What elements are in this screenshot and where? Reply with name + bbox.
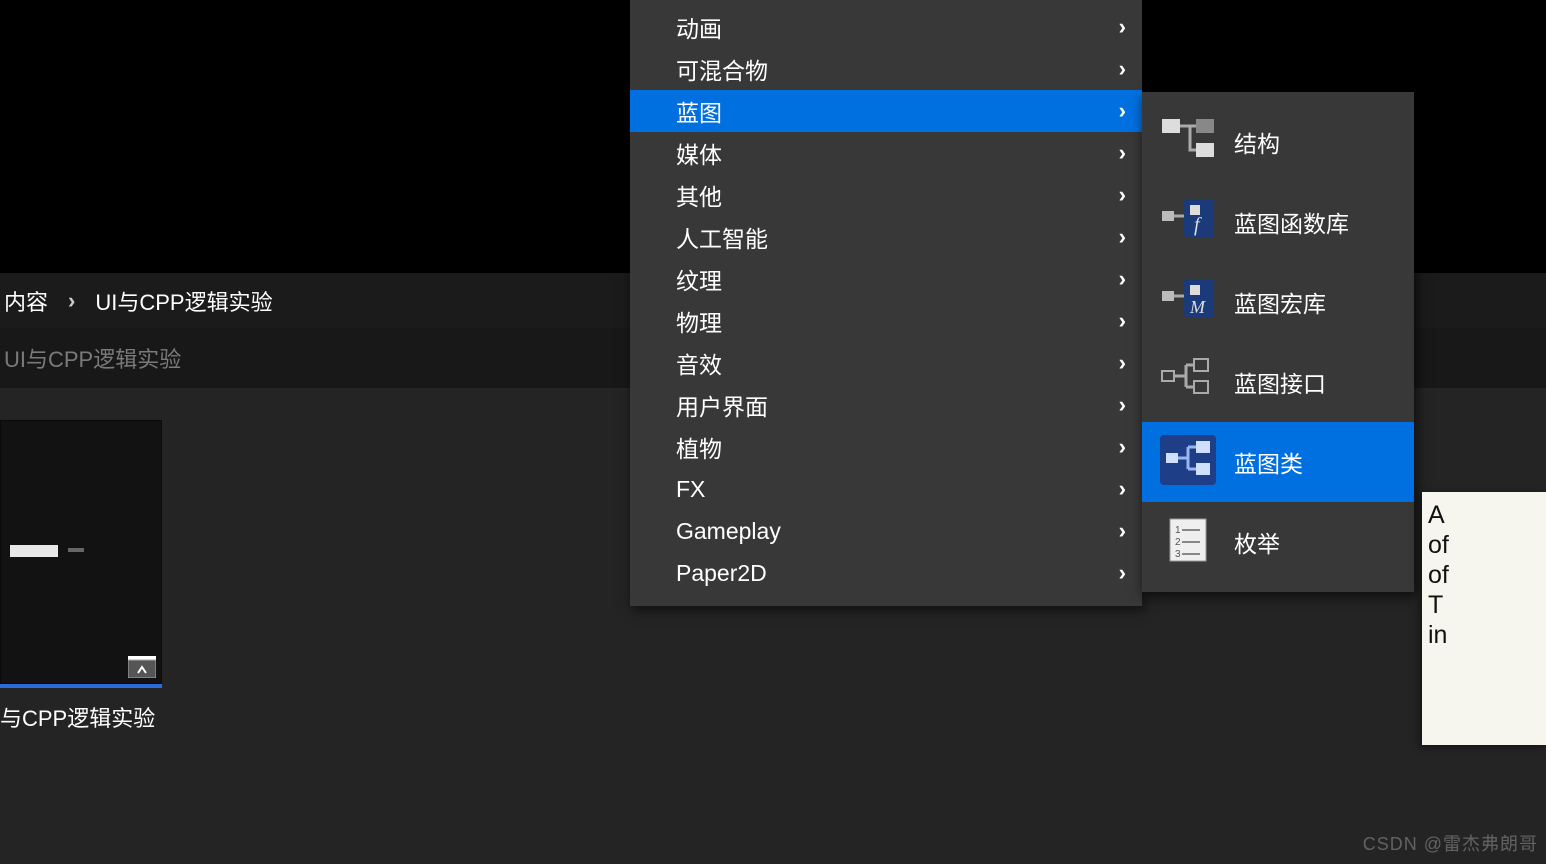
asset-tile[interactable]: 与CPP逻辑实验 — [0, 420, 162, 733]
sub-item-label: 枚举 — [1234, 525, 1280, 559]
menu-item-label: 物理 — [676, 304, 722, 338]
sub-item-blueprint-class[interactable]: 蓝图类 — [1142, 422, 1414, 502]
macro-lib-icon: M — [1160, 275, 1216, 325]
tooltip-line: T — [1428, 590, 1540, 620]
menu-item-label: Gameplay — [676, 518, 781, 545]
sub-item-enum[interactable]: 1 2 3 枚举 — [1142, 502, 1414, 582]
menu-item-label: 其他 — [676, 178, 722, 212]
struct-icon — [1160, 115, 1216, 165]
menu-item-label: 可混合物 — [676, 52, 768, 86]
asset-thumb-shape — [10, 545, 58, 557]
menu-item-label: FX — [676, 476, 705, 503]
menu-item-blendable[interactable]: 可混合物 › — [630, 48, 1142, 90]
sub-item-label: 蓝图宏库 — [1234, 285, 1326, 319]
menu-item-blueprint[interactable]: 蓝图 › — [630, 90, 1142, 132]
filter-text: UI与CPP逻辑实验 — [4, 342, 181, 374]
widget-blueprint-icon — [128, 656, 156, 678]
menu-item-ui[interactable]: 用户界面 › — [630, 384, 1142, 426]
sub-item-struct[interactable]: 结构 — [1142, 102, 1414, 182]
chevron-right-icon: › — [68, 288, 75, 314]
blueprint-class-icon — [1160, 435, 1216, 485]
menu-item-media[interactable]: 媒体 › — [630, 132, 1142, 174]
svg-text:1: 1 — [1175, 525, 1181, 536]
enum-icon: 1 2 3 — [1160, 515, 1216, 565]
sub-item-interface[interactable]: 蓝图接口 — [1142, 342, 1414, 422]
menu-item-label: 蓝图 — [676, 94, 722, 128]
menu-item-label: Paper2D — [676, 560, 767, 587]
menu-item-physics[interactable]: 物理 › — [630, 300, 1142, 342]
menu-item-gameplay[interactable]: Gameplay › — [630, 510, 1142, 552]
menu-item-label: 人工智能 — [676, 220, 768, 254]
interface-icon — [1160, 355, 1216, 405]
menu-item-animation[interactable]: 动画 › — [630, 6, 1142, 48]
menu-item-foliage[interactable]: 植物 › — [630, 426, 1142, 468]
chevron-right-icon: › — [1119, 98, 1126, 124]
chevron-right-icon: › — [1119, 182, 1126, 208]
menu-item-label: 纹理 — [676, 262, 722, 296]
menu-item-label: 媒体 — [676, 136, 722, 170]
sub-item-func-lib[interactable]: f 蓝图函数库 — [1142, 182, 1414, 262]
context-menu: 动画 › 可混合物 › 蓝图 › 媒体 › 其他 › 人工智能 › 纹理 › 物… — [630, 0, 1142, 606]
menu-item-label: 动画 — [676, 10, 722, 44]
submenu-blueprint: 结构 f 蓝图函数库 — [1142, 92, 1414, 592]
svg-text:3: 3 — [1175, 549, 1181, 560]
menu-item-label: 音效 — [676, 346, 722, 380]
menu-item-label: 植物 — [676, 430, 722, 464]
chevron-right-icon: › — [1119, 14, 1126, 40]
sub-item-macro-lib[interactable]: M 蓝图宏库 — [1142, 262, 1414, 342]
chevron-right-icon: › — [1119, 56, 1126, 82]
chevron-right-icon: › — [1119, 476, 1126, 502]
breadcrumb-seg-0[interactable]: 内容 — [4, 285, 48, 317]
menu-item-misc[interactable]: 其他 › — [630, 174, 1142, 216]
breadcrumb-seg-1[interactable]: UI与CPP逻辑实验 — [95, 285, 272, 317]
chevron-right-icon: › — [1119, 224, 1126, 250]
chevron-right-icon: › — [1119, 560, 1126, 586]
sub-item-label: 蓝图函数库 — [1234, 205, 1349, 239]
chevron-right-icon: › — [1119, 308, 1126, 334]
tooltip-line: A — [1428, 500, 1540, 530]
sub-item-label: 蓝图类 — [1234, 445, 1303, 479]
svg-text:M: M — [1189, 297, 1206, 317]
asset-type-color-bar — [0, 684, 162, 688]
asset-thumb-dash — [68, 548, 84, 552]
chevron-right-icon: › — [1119, 518, 1126, 544]
chevron-right-icon: › — [1119, 140, 1126, 166]
sub-item-label: 结构 — [1234, 125, 1280, 159]
chevron-right-icon: › — [1119, 392, 1126, 418]
menu-item-paper2d[interactable]: Paper2D › — [630, 552, 1142, 594]
tooltip-line: of — [1428, 530, 1540, 560]
menu-item-ai[interactable]: 人工智能 › — [630, 216, 1142, 258]
func-lib-icon: f — [1160, 195, 1216, 245]
menu-item-texture[interactable]: 纹理 › — [630, 258, 1142, 300]
chevron-right-icon: › — [1119, 350, 1126, 376]
tooltip-line: in — [1428, 620, 1540, 650]
watermark: CSDN @雷杰弗朗哥 — [1363, 830, 1538, 856]
chevron-right-icon: › — [1119, 434, 1126, 460]
menu-item-sounds[interactable]: 音效 › — [630, 342, 1142, 384]
chevron-right-icon: › — [1119, 266, 1126, 292]
asset-label: 与CPP逻辑实验 — [0, 701, 162, 733]
tooltip-line: of — [1428, 560, 1540, 590]
sub-item-label: 蓝图接口 — [1234, 365, 1326, 399]
asset-thumbnail — [0, 420, 162, 684]
tooltip: A of of T in — [1422, 492, 1546, 745]
menu-item-label: 用户界面 — [676, 388, 768, 422]
svg-text:2: 2 — [1175, 537, 1181, 548]
menu-item-fx[interactable]: FX › — [630, 468, 1142, 510]
